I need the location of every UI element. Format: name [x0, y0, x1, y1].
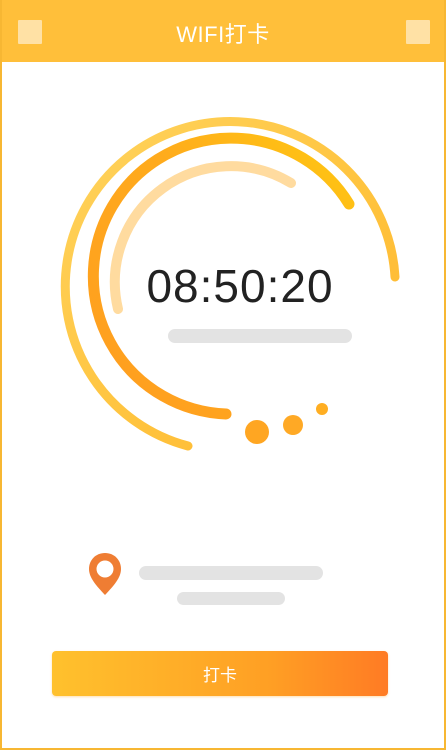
right-square-icon[interactable] [406, 20, 430, 44]
app-frame: WIFI打卡 08:50:20 打卡 [0, 0, 446, 750]
clock-in-button[interactable]: 打卡 [52, 651, 388, 696]
date-placeholder-bar [168, 329, 352, 343]
clock-time: 08:50:20 [146, 260, 334, 312]
header-bar: WIFI打卡 [2, 0, 444, 62]
location-pin-icon [89, 553, 121, 595]
location-placeholder-bar [139, 566, 323, 580]
dot-large [245, 420, 269, 444]
dot-small [316, 403, 328, 415]
location-sub-placeholder-bar [177, 592, 285, 605]
dot-medium [283, 415, 303, 435]
page-title: WIFI打卡 [176, 22, 270, 47]
